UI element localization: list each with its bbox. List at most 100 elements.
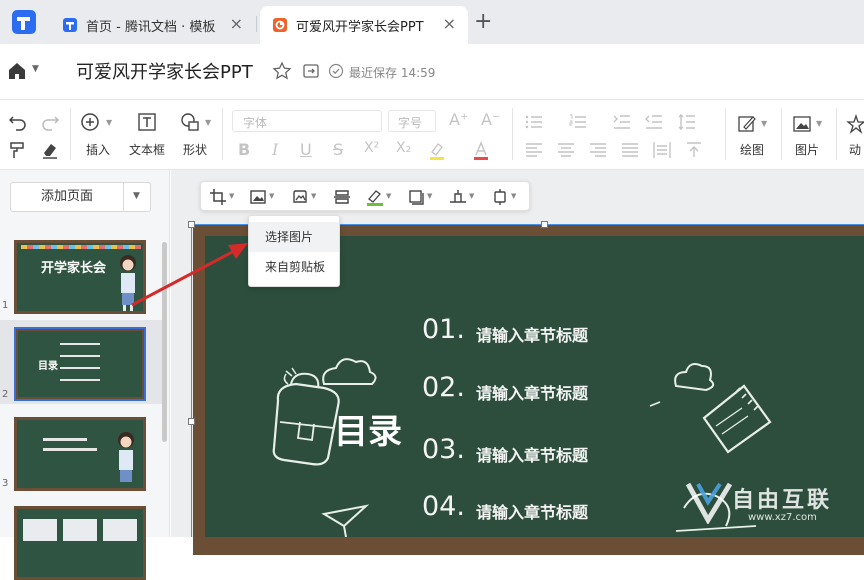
image-effects-icon[interactable] xyxy=(291,188,309,206)
image-context-toolbar: ▼ ▼ ▼ ▼ ▼ ▼ ▼ xyxy=(200,181,530,211)
align-right-icon[interactable] xyxy=(588,140,608,160)
thumbnail-line xyxy=(60,355,100,357)
strikethrough-icon[interactable]: S xyxy=(333,140,343,159)
toolbar-divider xyxy=(222,108,223,160)
indent-icon[interactable] xyxy=(644,112,664,132)
add-page-button[interactable]: 添加页面 ▼ xyxy=(10,182,151,212)
bullet-list-icon[interactable] xyxy=(524,112,544,132)
redo-icon[interactable] xyxy=(40,112,60,132)
textbox-icon[interactable] xyxy=(137,112,157,132)
font-size-select[interactable]: 字号 xyxy=(388,110,436,132)
bold-icon[interactable]: B xyxy=(238,140,250,159)
star-icon[interactable] xyxy=(272,61,292,81)
font-family-select[interactable]: 字体 xyxy=(232,110,382,132)
image-effects-caret-icon[interactable]: ▼ xyxy=(311,192,316,200)
slide-title[interactable]: 目录 xyxy=(334,404,402,453)
format-painter-icon[interactable] xyxy=(8,140,28,160)
increase-font-icon[interactable]: A⁺ xyxy=(449,110,468,129)
add-page-label[interactable]: 添加页面 xyxy=(11,183,123,211)
superscript-icon[interactable]: X² xyxy=(364,140,379,156)
red-annotation-arrow xyxy=(131,243,248,307)
resize-handle-top-middle[interactable] xyxy=(541,221,548,228)
toc-item-3[interactable]: 请输入章节标题 xyxy=(476,442,588,466)
tab-divider xyxy=(256,16,257,32)
crop-icon[interactable] xyxy=(209,188,227,206)
shape-icon[interactable] xyxy=(180,112,200,132)
home-menu-caret-icon[interactable]: ▼ xyxy=(32,64,39,74)
replace-image-caret-icon[interactable]: ▼ xyxy=(269,192,274,200)
toolbar-divider xyxy=(725,108,726,160)
home-icon[interactable] xyxy=(8,62,26,80)
toc-item-4[interactable]: 请输入章节标题 xyxy=(476,499,588,523)
image-caret-icon[interactable]: ▼ xyxy=(816,119,822,128)
shape-caret-icon[interactable]: ▼ xyxy=(205,118,211,127)
distribute-icon[interactable] xyxy=(652,140,672,160)
line-spacing-icon[interactable] xyxy=(677,112,697,132)
highlight-icon[interactable] xyxy=(427,140,447,160)
underline-icon[interactable]: U xyxy=(300,140,312,159)
tab-bar: 首页 - 腾讯文档 · 模板 × 可爱风开学家长会PPT × + xyxy=(0,0,864,44)
animation-icon[interactable] xyxy=(846,114,864,134)
draw-label[interactable]: 绘图 xyxy=(740,141,764,158)
add-page-caret-icon[interactable]: ▼ xyxy=(133,191,140,201)
toc-number-4[interactable]: 04. xyxy=(422,491,465,522)
insert-caret-icon[interactable]: ▼ xyxy=(106,118,112,127)
new-tab-button[interactable]: + xyxy=(474,10,492,34)
slide-thumbnail-2[interactable]: 目录 xyxy=(14,327,146,401)
italic-icon[interactable]: I xyxy=(272,140,278,159)
undo-icon[interactable] xyxy=(8,112,28,132)
align-objects-caret-icon[interactable]: ▼ xyxy=(469,192,474,200)
eraser-icon[interactable] xyxy=(40,140,60,160)
image-label[interactable]: 图片 xyxy=(795,141,819,158)
outdent-icon[interactable] xyxy=(612,112,632,132)
animation-label[interactable]: 动 xyxy=(849,141,861,158)
tencent-docs-logo-icon[interactable] xyxy=(10,8,38,36)
move-to-folder-icon[interactable] xyxy=(302,62,320,80)
numbered-list-icon[interactable] xyxy=(568,112,588,132)
tab-home[interactable]: 首页 - 腾讯文档 · 模板 × xyxy=(50,6,255,44)
align-center-icon[interactable] xyxy=(556,140,576,160)
border-color-icon[interactable] xyxy=(366,188,384,206)
toolbar-divider xyxy=(781,108,782,160)
toc-item-2[interactable]: 请输入章节标题 xyxy=(476,380,588,404)
insert-plus-icon[interactable] xyxy=(80,112,100,132)
shadow-caret-icon[interactable]: ▼ xyxy=(427,192,432,200)
paste-from-clipboard-option[interactable]: 来自剪贴板 xyxy=(249,252,339,282)
thumbnail-line xyxy=(60,343,100,345)
border-color-caret-icon[interactable]: ▼ xyxy=(386,192,391,200)
tab-home-close-icon[interactable]: × xyxy=(230,16,243,32)
shadow-icon[interactable] xyxy=(407,188,425,206)
justify-icon[interactable] xyxy=(620,140,640,160)
insert-label[interactable]: 插入 xyxy=(86,141,110,158)
slide-thumbnail-3[interactable] xyxy=(14,417,146,491)
toc-item-1[interactable]: 请输入章节标题 xyxy=(476,322,588,346)
replace-image-icon[interactable] xyxy=(249,188,267,206)
subscript-icon[interactable]: X₂ xyxy=(396,140,411,156)
select-image-option[interactable]: 选择图片 xyxy=(249,222,339,252)
font-color-icon[interactable] xyxy=(471,140,491,160)
document-title[interactable]: 可爱风开学家长会PPT xyxy=(76,58,253,84)
thumbnail-line xyxy=(43,438,87,441)
vertical-align-icon[interactable] xyxy=(684,140,704,160)
thumbnail-line xyxy=(60,367,100,369)
align-left-icon[interactable] xyxy=(524,140,544,160)
crop-caret-icon[interactable]: ▼ xyxy=(229,192,234,200)
toc-number-2[interactable]: 02. xyxy=(422,372,465,403)
toc-number-1[interactable]: 01. xyxy=(422,314,465,345)
align-objects-icon[interactable] xyxy=(449,188,467,206)
draw-icon[interactable] xyxy=(737,114,757,134)
arrange-icon[interactable] xyxy=(491,188,509,206)
tab-ppt-close-icon[interactable]: × xyxy=(443,16,456,32)
arrange-caret-icon[interactable]: ▼ xyxy=(511,192,516,200)
draw-caret-icon[interactable]: ▼ xyxy=(761,119,767,128)
image-icon[interactable] xyxy=(792,114,812,134)
toc-number-3[interactable]: 03. xyxy=(422,434,465,465)
tab-ppt[interactable]: 可爱风开学家长会PPT × xyxy=(260,6,468,44)
decrease-font-icon[interactable]: A⁻ xyxy=(481,110,500,129)
flip-icon[interactable] xyxy=(333,188,351,206)
shape-label[interactable]: 形状 xyxy=(183,141,207,158)
resize-handle-middle-left[interactable] xyxy=(188,418,195,425)
thumbnail-card xyxy=(63,519,97,541)
slide-thumbnail-4[interactable] xyxy=(14,506,146,580)
textbox-label[interactable]: 文本框 xyxy=(129,141,165,158)
